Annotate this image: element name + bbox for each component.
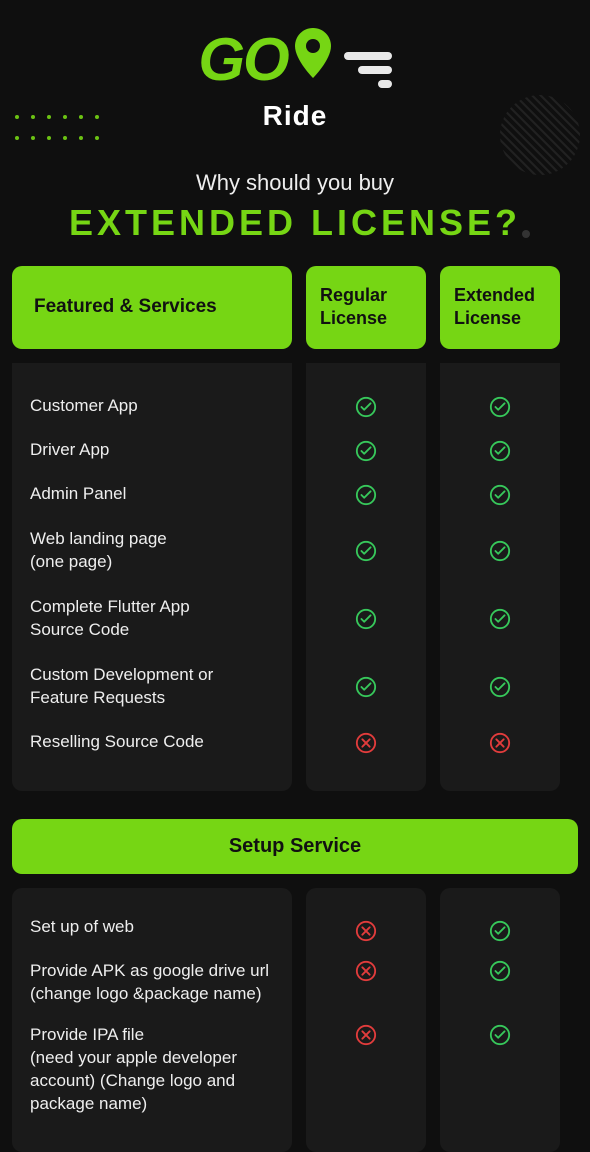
feature-cell-extended <box>489 517 511 585</box>
features-column: Customer AppDriver AppAdmin PanelWeb lan… <box>12 363 292 791</box>
logo-text: GO <box>198 25 287 94</box>
check-icon <box>489 920 511 942</box>
check-icon <box>489 396 511 418</box>
check-icon <box>489 540 511 562</box>
check-icon <box>355 608 377 630</box>
feature-label: Custom Development or Feature Requests <box>30 653 274 721</box>
headline-top: Why should you buy <box>0 170 590 196</box>
check-icon <box>355 484 377 506</box>
setup-cell-extended <box>489 910 511 954</box>
setup-cell-regular <box>355 1018 377 1126</box>
feature-cell-regular <box>355 585 377 653</box>
setup-cell-regular <box>355 910 377 954</box>
check-icon <box>489 960 511 982</box>
decorative-dots <box>15 115 105 145</box>
feature-cell-extended <box>489 585 511 653</box>
feature-label: Driver App <box>30 429 274 473</box>
check-icon <box>489 484 511 506</box>
regular-column <box>306 363 426 791</box>
decorative-dot <box>522 230 530 238</box>
feature-cell-regular <box>355 429 377 473</box>
feature-label: Admin Panel <box>30 473 274 517</box>
check-icon <box>489 1024 511 1046</box>
feature-cell-extended <box>489 721 511 765</box>
feature-cell-extended <box>489 473 511 517</box>
feature-label: Complete Flutter App Source Code <box>30 585 274 653</box>
feature-cell-regular <box>355 653 377 721</box>
feature-cell-extended <box>489 385 511 429</box>
map-pin-icon <box>292 26 334 80</box>
setup-cell-regular <box>355 954 377 1018</box>
cross-icon <box>355 732 377 754</box>
setup-extended-column <box>440 888 560 1152</box>
check-icon <box>489 440 511 462</box>
feature-cell-regular <box>355 721 377 765</box>
cross-icon <box>355 1024 377 1046</box>
check-icon <box>355 676 377 698</box>
setup-regular-column <box>306 888 426 1152</box>
feature-cell-extended <box>489 429 511 473</box>
feature-cell-regular <box>355 473 377 517</box>
feature-cell-regular <box>355 517 377 585</box>
setup-header: Setup Service <box>12 819 578 874</box>
setup-cell-extended <box>489 1018 511 1126</box>
feature-label: Web landing page (one page) <box>30 517 274 585</box>
col-header-extended: Extended License <box>440 266 560 349</box>
feature-label: Reselling Source Code <box>30 721 274 765</box>
setup-features-column: Set up of webProvide APK as google drive… <box>12 888 292 1152</box>
cross-icon <box>355 960 377 982</box>
decorative-circle <box>500 95 580 175</box>
feature-label: Customer App <box>30 385 274 429</box>
feature-cell-regular <box>355 385 377 429</box>
cross-icon <box>489 732 511 754</box>
setup-label: Provide IPA file (need your apple develo… <box>30 1018 274 1126</box>
cross-icon <box>355 920 377 942</box>
col-header-regular: Regular License <box>306 266 426 349</box>
comparison-table: Featured & Services Regular License Exte… <box>0 266 590 791</box>
extended-column <box>440 363 560 791</box>
speed-lines-icon <box>344 52 392 88</box>
headline: Why should you buy EXTENDED LICENSE? <box>0 170 590 244</box>
headline-main: EXTENDED LICENSE? <box>0 202 590 244</box>
setup-cell-extended <box>489 954 511 1018</box>
setup-table: Set up of webProvide APK as google drive… <box>0 888 590 1152</box>
check-icon <box>355 540 377 562</box>
col-header-features: Featured & Services <box>12 266 292 349</box>
check-icon <box>489 676 511 698</box>
check-icon <box>355 396 377 418</box>
check-icon <box>355 440 377 462</box>
check-icon <box>489 608 511 630</box>
setup-label: Provide APK as google drive url (change … <box>30 954 274 1018</box>
feature-cell-extended <box>489 653 511 721</box>
logo-block: GO Ride <box>0 0 590 132</box>
setup-label: Set up of web <box>30 910 274 954</box>
